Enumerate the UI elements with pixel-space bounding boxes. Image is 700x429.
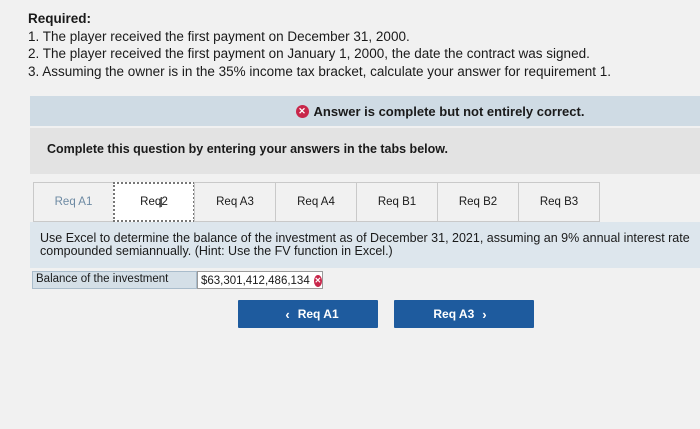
next-button-label: Req A3 bbox=[433, 307, 475, 321]
requirement-tabs: Req A1 Req I2 Req A3 Req A4 Req B1 Req B… bbox=[33, 182, 600, 222]
question-box: Use Excel to determine the balance of th… bbox=[30, 222, 700, 268]
requirement-item-3: 3. Assuming the owner is in the 35% inco… bbox=[28, 63, 612, 79]
tab-label-start: Req bbox=[140, 196, 162, 208]
balance-label: Balance of the investment bbox=[32, 271, 197, 289]
tab-label: Req A4 bbox=[297, 196, 335, 208]
required-title: Required: bbox=[28, 11, 92, 26]
balance-input[interactable]: $63,301,412,486,134 ✕ bbox=[197, 271, 323, 289]
tab-req-a4[interactable]: Req A4 bbox=[275, 182, 357, 222]
required-section: Required: 1. The player received the fir… bbox=[28, 10, 611, 80]
tab-req-b2[interactable]: Req B2 bbox=[437, 182, 519, 222]
tab-label: Req A1 bbox=[54, 196, 93, 208]
prev-req-button[interactable]: ‹ Req A1 bbox=[238, 300, 378, 328]
tab-req-a3[interactable]: Req A3 bbox=[194, 182, 276, 222]
answer-status-text: Answer is complete but not entirely corr… bbox=[313, 103, 585, 119]
next-req-button[interactable]: Req A3 › bbox=[394, 300, 534, 328]
tab-req-a1[interactable]: Req A1 bbox=[33, 182, 114, 222]
requirement-item-1: 1. The player received the first payment… bbox=[28, 28, 410, 44]
tab-label: Req B3 bbox=[539, 196, 579, 208]
balance-value: $63,301,412,486,134 bbox=[201, 274, 310, 287]
prev-button-label: Req A1 bbox=[297, 307, 339, 321]
tab-req-b3[interactable]: Req B3 bbox=[518, 182, 600, 222]
chevron-left-icon: ‹ bbox=[285, 306, 290, 322]
instructions-text: Complete this question by entering your … bbox=[47, 142, 448, 156]
chevron-right-icon: › bbox=[482, 306, 487, 322]
question-line-2: compounded semiannually. (Hint: Use the … bbox=[40, 244, 393, 258]
answer-status-banner: ✕ Answer is complete but not entirely co… bbox=[30, 96, 700, 126]
tab-label: Req A3 bbox=[216, 196, 254, 208]
tab-req-b1[interactable]: Req B1 bbox=[356, 182, 438, 222]
requirement-item-2: 2. The player received the first payment… bbox=[28, 46, 590, 61]
tab-label-end: 2 bbox=[161, 196, 168, 208]
tab-label: Req B1 bbox=[377, 196, 417, 208]
tab-req-a2[interactable]: Req I2 bbox=[113, 182, 195, 222]
instructions-box: Complete this question by entering your … bbox=[30, 128, 700, 174]
error-x-icon: ✕ bbox=[295, 104, 309, 118]
incorrect-x-icon: ✕ bbox=[313, 274, 322, 287]
tab-label: Req B2 bbox=[458, 196, 498, 208]
